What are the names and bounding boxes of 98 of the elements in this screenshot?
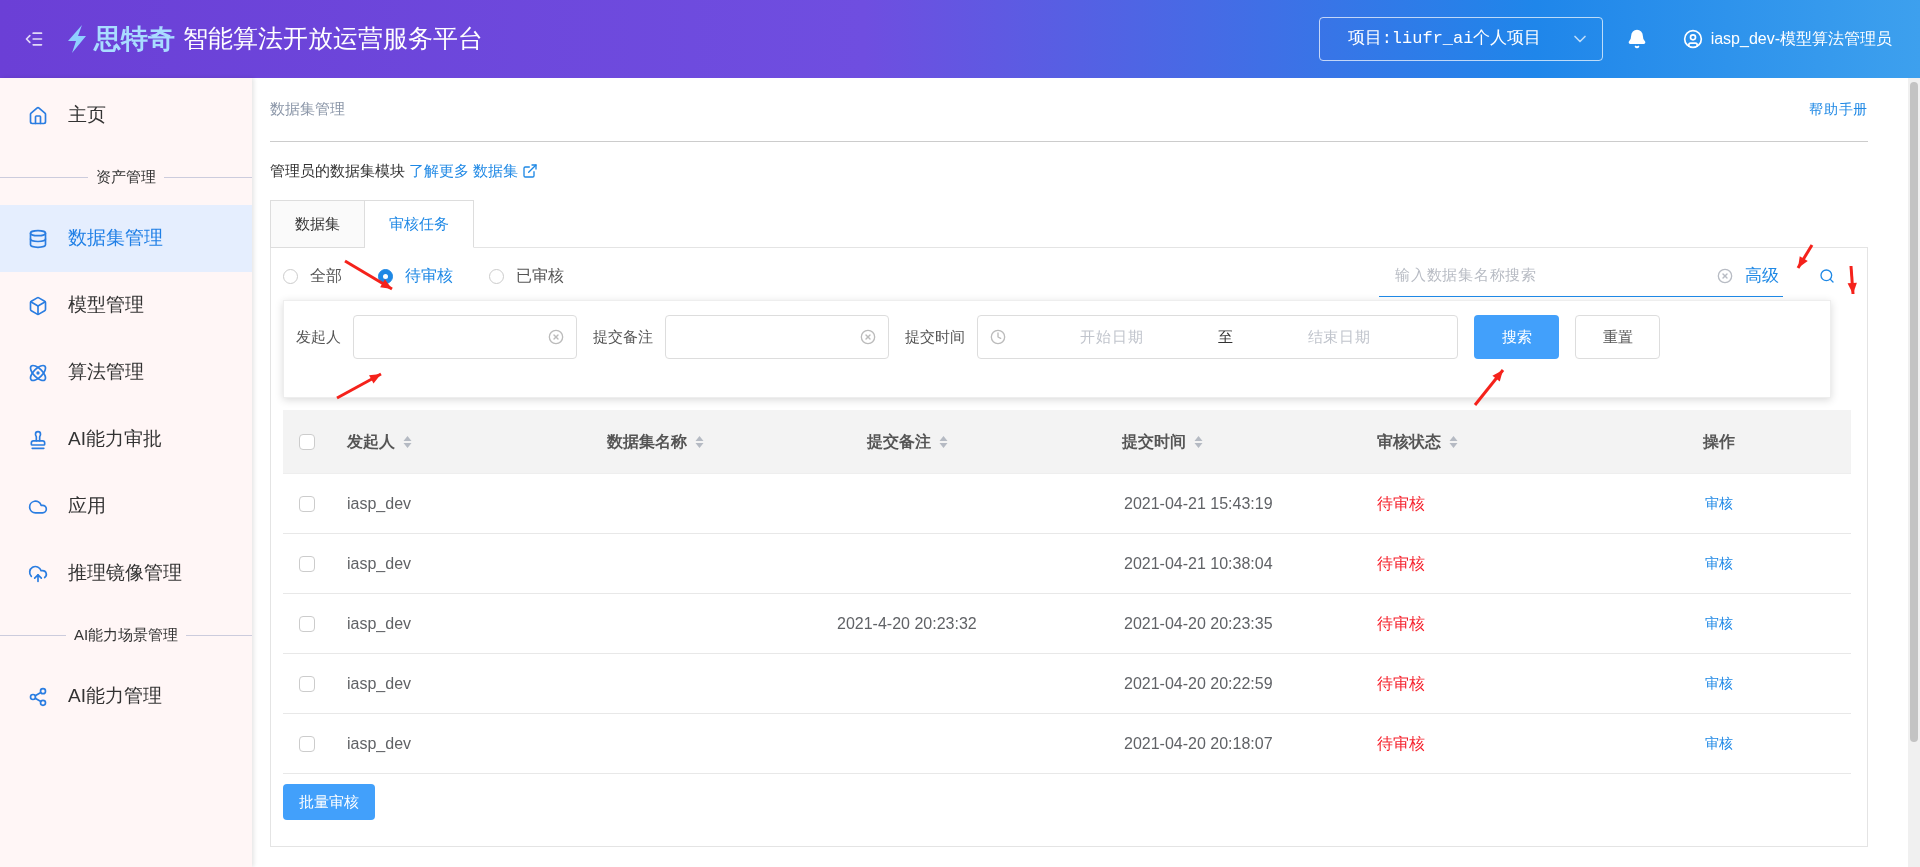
- tab[interactable]: 审核任务: [365, 200, 474, 248]
- status-text: 待审核: [1377, 554, 1425, 572]
- filter-label: 提交时间: [905, 326, 965, 347]
- clear-icon[interactable]: [860, 329, 876, 345]
- bell-icon[interactable]: [1626, 29, 1647, 49]
- end-date-placeholder: 结束日期: [1306, 326, 1372, 347]
- radio-button[interactable]: [489, 268, 504, 284]
- column-header: 提交时间: [1122, 431, 1186, 452]
- range-separator: 至: [1217, 326, 1234, 347]
- sidebar-section-label: 资产管理: [95, 166, 157, 187]
- sort-icon[interactable]: [403, 434, 412, 449]
- reset-button[interactable]: 重置: [1575, 315, 1660, 359]
- batch-review-button[interactable]: 批量审核: [283, 784, 375, 820]
- sidebar-item-icon: [28, 105, 48, 126]
- sidebar-item-icon: [28, 686, 48, 707]
- initiator-field[interactable]: [353, 315, 577, 359]
- column-header: 提交备注: [867, 431, 931, 452]
- review-link[interactable]: 审核: [1705, 673, 1733, 694]
- project-select[interactable]: 项目:liufr_ai个人项目: [1318, 17, 1603, 61]
- column-header: 审核状态: [1377, 431, 1441, 452]
- row-checkbox[interactable]: [299, 615, 315, 632]
- table-cell: 2021-4-20 20:23:32: [837, 614, 977, 632]
- sidebar-item-icon: [28, 295, 48, 316]
- start-date-placeholder: 开始日期: [1079, 326, 1145, 347]
- table-cell: 2021-04-20 20:18:07: [1124, 734, 1273, 752]
- sort-icon[interactable]: [939, 434, 948, 449]
- table-cell: 2021-04-21 15:43:19: [1124, 494, 1273, 512]
- sidebar-item-icon: [28, 228, 48, 249]
- column-header: 数据集名称: [607, 431, 687, 452]
- sidebar-item[interactable]: AI能力审批: [0, 406, 252, 473]
- sort-icon[interactable]: [1194, 434, 1203, 449]
- sidebar-item-icon: [28, 429, 48, 450]
- sidebar-item-icon: [28, 563, 48, 584]
- sidebar-item[interactable]: 推理镜像管理: [0, 540, 252, 607]
- radio-option[interactable]: 已审核: [489, 264, 564, 288]
- search-field[interactable]: 输入数据集名称搜索 高级: [1379, 255, 1783, 297]
- annotation-arrow: [1473, 369, 1505, 406]
- table-cell: iasp_dev: [347, 554, 412, 572]
- review-link[interactable]: 审核: [1705, 493, 1733, 514]
- sort-icon[interactable]: [1449, 434, 1458, 449]
- tab[interactable]: 数据集: [270, 200, 365, 248]
- row-checkbox[interactable]: [299, 675, 315, 692]
- status-text: 待审核: [1377, 674, 1425, 692]
- radio-button[interactable]: [283, 268, 298, 284]
- remark-field[interactable]: [665, 315, 889, 359]
- help-link[interactable]: 帮助手册: [1809, 99, 1868, 120]
- search-button[interactable]: 搜索: [1474, 315, 1559, 359]
- review-link[interactable]: 审核: [1705, 613, 1733, 634]
- table-cell: 2021-04-21 10:38:04: [1124, 554, 1273, 572]
- row-checkbox[interactable]: [299, 555, 315, 572]
- clear-icon[interactable]: [1717, 267, 1733, 284]
- menu-icon[interactable]: [24, 29, 44, 49]
- user-name[interactable]: iasp_dev-模型算法管理员: [1710, 27, 1892, 51]
- table-cell: 2021-04-20 20:23:35: [1124, 614, 1273, 632]
- filter-label: 提交备注: [593, 326, 653, 347]
- filter-label: 发起人: [296, 326, 341, 347]
- external-link-icon: [522, 163, 539, 179]
- user-icon: [1682, 29, 1703, 49]
- column-header: 操作: [1703, 431, 1735, 452]
- status-text: 待审核: [1377, 494, 1425, 512]
- advanced-link[interactable]: 高级: [1745, 262, 1779, 289]
- table-cell: iasp_dev: [347, 494, 412, 512]
- select-all-checkbox[interactable]: [299, 433, 315, 450]
- learn-more-link[interactable]: 了解更多 数据集: [409, 159, 519, 183]
- row-checkbox[interactable]: [299, 495, 315, 512]
- search-icon[interactable]: [1819, 268, 1835, 284]
- annotation-arrow: [1796, 244, 1814, 269]
- sidebar-item[interactable]: 算法管理: [0, 339, 252, 406]
- sidebar-item[interactable]: 应用: [0, 473, 252, 540]
- row-checkbox[interactable]: [299, 735, 315, 752]
- status-text: 待审核: [1377, 734, 1425, 752]
- annotation-arrow: [336, 372, 382, 400]
- breadcrumb: 数据集管理: [270, 99, 345, 120]
- sidebar-item[interactable]: 模型管理: [0, 272, 252, 339]
- clock-icon: [990, 329, 1006, 345]
- status-text: 待审核: [1377, 614, 1425, 632]
- logo-text: 思特奇: [94, 22, 175, 56]
- review-link[interactable]: 审核: [1705, 553, 1733, 574]
- table-cell: 2021-04-20 20:22:59: [1124, 674, 1273, 692]
- app-title: 智能算法开放运营服务平台: [183, 23, 483, 55]
- scrollbar[interactable]: [1908, 78, 1920, 867]
- sidebar-item[interactable]: AI能力管理: [0, 663, 252, 730]
- review-link[interactable]: 审核: [1705, 733, 1733, 754]
- annotation-arrow: [344, 259, 393, 291]
- date-range-field[interactable]: 开始日期 至 结束日期: [977, 315, 1458, 359]
- sort-icon[interactable]: [695, 434, 704, 449]
- table-cell: iasp_dev: [347, 674, 412, 692]
- clear-icon[interactable]: [548, 329, 564, 345]
- radio-option[interactable]: 全部: [283, 264, 342, 288]
- sidebar-item[interactable]: 数据集管理: [0, 205, 252, 272]
- table-cell: iasp_dev: [347, 734, 412, 752]
- sidebar-item[interactable]: 主页: [0, 82, 252, 149]
- sidebar-section-label: AI能力场景管理: [72, 624, 180, 645]
- annotation-arrow: [1847, 265, 1857, 295]
- table-cell: iasp_dev: [347, 614, 412, 632]
- sidebar-item-icon: [28, 362, 48, 383]
- description-text: 管理员的数据集模块: [270, 160, 405, 181]
- column-header: 发起人: [347, 431, 395, 452]
